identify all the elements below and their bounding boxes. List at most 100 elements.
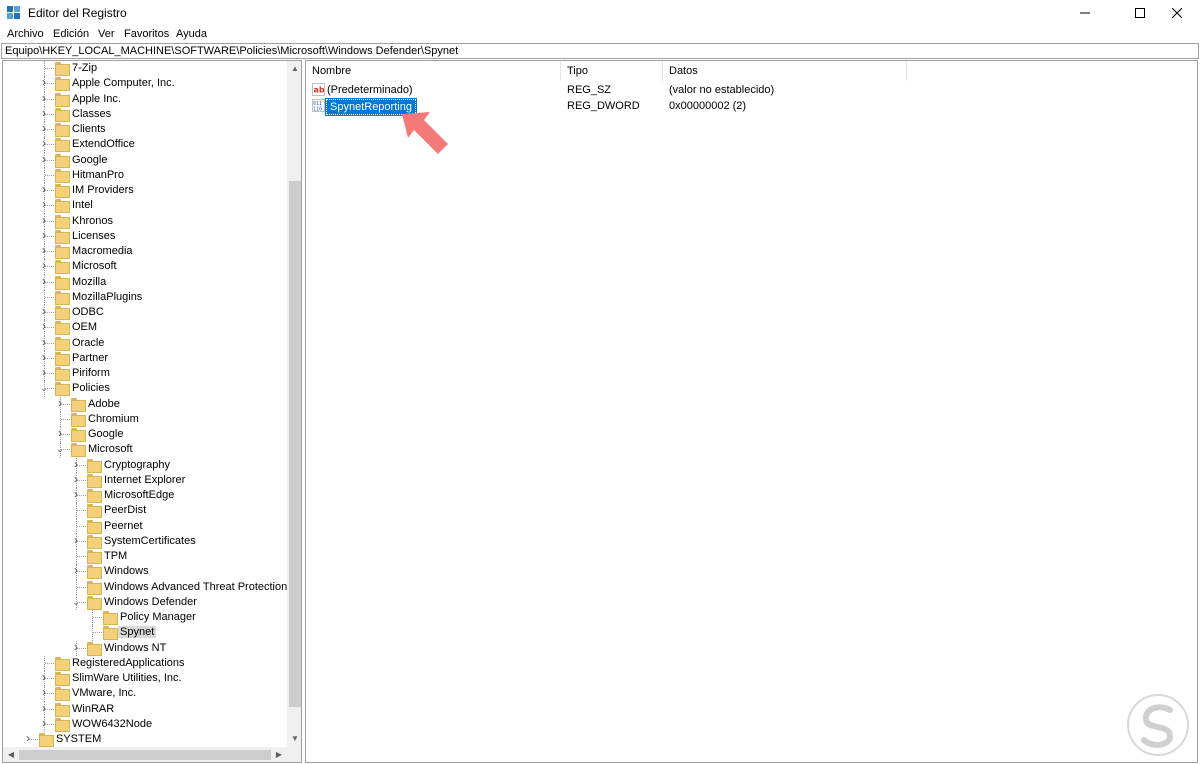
tree-item[interactable]: ⌄ Microsoft — [3, 442, 289, 458]
tree-vertical-scrollbar[interactable]: ▲ ▼ — [287, 61, 301, 747]
tree-item[interactable]: › Microsoft — [3, 259, 289, 275]
values-list[interactable]: Nombre Tipo Datos ab (Predeterminado) RE… — [305, 60, 1198, 763]
scroll-right-icon[interactable]: ▶ — [271, 747, 287, 762]
tree-item[interactable]: › Mozilla — [3, 274, 289, 290]
tree-item[interactable]: › Macromedia — [3, 244, 289, 260]
tree-item[interactable]: › Google — [3, 152, 289, 168]
tree-item[interactable]: Spynet — [3, 625, 289, 641]
address-bar[interactable]: Equipo\HKEY_LOCAL_MACHINE\SOFTWARE\Polic… — [1, 43, 1199, 59]
tree-item[interactable]: › Partner — [3, 350, 289, 366]
scroll-up-icon[interactable]: ▲ — [287, 61, 301, 77]
chevron-right-icon[interactable]: › — [39, 229, 49, 241]
chevron-right-icon[interactable]: › — [71, 641, 81, 653]
tree-item[interactable]: › Google — [3, 427, 289, 443]
tree-item[interactable]: › VMware, Inc. — [3, 686, 289, 702]
chevron-down-icon[interactable]: ⌄ — [39, 383, 49, 393]
registry-tree[interactable]: 7-Zip › Apple Computer, Inc. › Apple Inc. › Cl… — [2, 60, 302, 763]
tree-item[interactable]: › SystemCertificates — [3, 533, 289, 549]
tree-item[interactable]: 7-Zip — [3, 61, 289, 77]
chevron-right-icon[interactable]: › — [39, 671, 49, 683]
tree-item[interactable]: PeerDist — [3, 503, 289, 519]
menu-archivo[interactable]: Archivo — [7, 28, 44, 40]
chevron-right-icon[interactable]: › — [39, 305, 49, 317]
chevron-right-icon[interactable]: › — [71, 488, 81, 500]
tree-item[interactable]: RegisteredApplications — [3, 655, 289, 671]
chevron-right-icon[interactable]: › — [39, 76, 49, 88]
column-header-datos[interactable]: Datos — [663, 61, 907, 81]
tree-item[interactable]: › Internet Explorer — [3, 472, 289, 488]
chevron-right-icon[interactable]: › — [39, 183, 49, 195]
tree-item[interactable]: › WOW6432Node — [3, 716, 289, 732]
scroll-down-icon[interactable]: ▼ — [287, 731, 301, 747]
menu-edicion[interactable]: Edición — [53, 28, 89, 40]
chevron-right-icon[interactable]: › — [39, 198, 49, 210]
tree-item[interactable]: › Windows — [3, 564, 289, 580]
chevron-down-icon[interactable]: ⌄ — [71, 597, 81, 607]
chevron-right-icon[interactable]: › — [39, 717, 49, 729]
menu-ver[interactable]: Ver — [98, 28, 115, 40]
chevron-right-icon[interactable]: › — [71, 534, 81, 546]
tree-item[interactable]: Peernet — [3, 518, 289, 534]
column-header-nombre[interactable]: Nombre — [306, 61, 561, 81]
chevron-right-icon[interactable]: › — [39, 351, 49, 363]
tree-item[interactable]: TPM — [3, 549, 289, 565]
tree-item[interactable]: › Licenses — [3, 228, 289, 244]
value-row[interactable]: ab (Predeterminado) REG_SZ (valor no est… — [306, 82, 1197, 98]
tree-item[interactable]: ⌄ Windows Defender — [3, 594, 289, 610]
chevron-right-icon[interactable]: › — [39, 320, 49, 332]
hscroll-thumb[interactable] — [19, 750, 271, 760]
tree-item[interactable]: › ExtendOffice — [3, 137, 289, 153]
chevron-right-icon[interactable]: › — [39, 214, 49, 226]
chevron-right-icon[interactable]: › — [55, 397, 65, 409]
chevron-right-icon[interactable]: › — [55, 427, 65, 439]
tree-item[interactable]: › Piriform — [3, 366, 289, 382]
tree-item[interactable]: HitmanPro — [3, 167, 289, 183]
tree-item[interactable]: Policy Manager — [3, 610, 289, 626]
tree-item[interactable]: › SYSTEM — [3, 732, 289, 747]
chevron-right-icon[interactable]: › — [39, 153, 49, 165]
chevron-down-icon[interactable]: ⌄ — [55, 444, 65, 454]
chevron-right-icon[interactable]: › — [39, 366, 49, 378]
scroll-left-icon[interactable]: ◀ — [3, 747, 19, 762]
tree-horizontal-scrollbar[interactable]: ◀ ▶ — [3, 747, 287, 762]
chevron-right-icon[interactable]: › — [39, 275, 49, 287]
close-button[interactable] — [1154, 0, 1200, 26]
chevron-right-icon[interactable]: › — [71, 473, 81, 485]
tree-item[interactable]: › Windows NT — [3, 640, 289, 656]
chevron-right-icon[interactable]: › — [39, 107, 49, 119]
tree-item[interactable]: › OEM — [3, 320, 289, 336]
tree-item[interactable]: ⌄ Policies — [3, 381, 289, 397]
tree-item[interactable]: › WinRAR — [3, 701, 289, 717]
chevron-right-icon[interactable]: › — [39, 702, 49, 714]
tree-item[interactable]: › Adobe — [3, 396, 289, 412]
column-header-tipo[interactable]: Tipo — [561, 61, 663, 81]
tree-item[interactable]: MozillaPlugins — [3, 289, 289, 305]
tree-item[interactable]: › Clients — [3, 122, 289, 138]
chevron-right-icon[interactable]: › — [39, 686, 49, 698]
tree-item[interactable]: › MicrosoftEdge — [3, 488, 289, 504]
chevron-right-icon[interactable]: › — [39, 244, 49, 256]
tree-item[interactable]: › Oracle — [3, 335, 289, 351]
chevron-right-icon[interactable]: › — [39, 259, 49, 271]
tree-item[interactable]: › Intel — [3, 198, 289, 214]
tree-item[interactable]: › Apple Inc. — [3, 91, 289, 107]
chevron-right-icon[interactable]: › — [39, 92, 49, 104]
menu-ayuda[interactable]: Ayuda — [176, 28, 207, 40]
tree-item[interactable]: › SlimWare Utilities, Inc. — [3, 671, 289, 687]
chevron-right-icon[interactable]: › — [39, 336, 49, 348]
minimize-button[interactable] — [1062, 0, 1108, 26]
tree-item[interactable]: › IM Providers — [3, 183, 289, 199]
tree-item[interactable]: › Cryptography — [3, 457, 289, 473]
chevron-right-icon[interactable]: › — [39, 122, 49, 134]
chevron-right-icon[interactable]: › — [71, 564, 81, 576]
tree-item[interactable]: › Khronos — [3, 213, 289, 229]
tree-item[interactable]: Chromium — [3, 411, 289, 427]
tree-item[interactable]: Windows Advanced Threat Protection — [3, 579, 289, 595]
scroll-thumb[interactable] — [289, 181, 301, 707]
chevron-right-icon[interactable]: › — [39, 137, 49, 149]
chevron-right-icon[interactable]: › — [71, 458, 81, 470]
menu-favoritos[interactable]: Favoritos — [124, 28, 169, 40]
tree-item[interactable]: › ODBC — [3, 305, 289, 321]
chevron-right-icon[interactable]: › — [23, 732, 33, 744]
tree-item[interactable]: › Classes — [3, 106, 289, 122]
